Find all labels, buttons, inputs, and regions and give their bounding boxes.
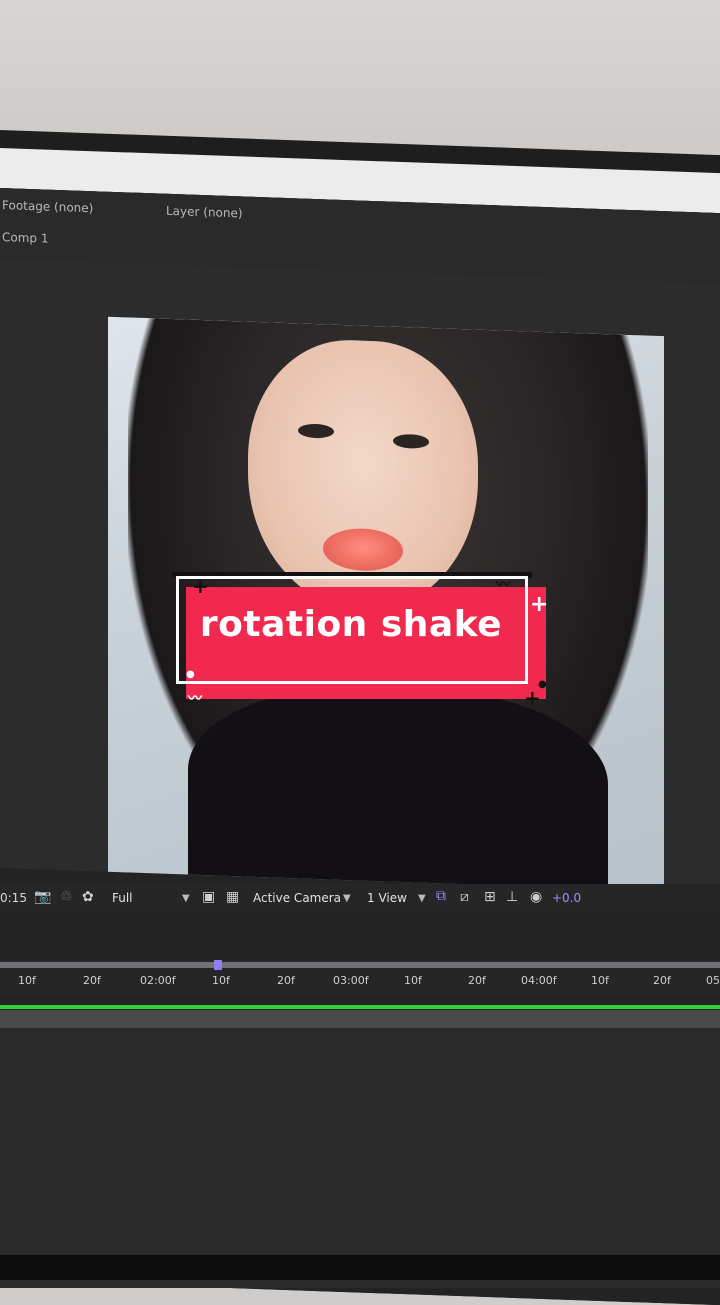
tick-label: 04:00f [521, 974, 557, 987]
layer-track[interactable] [0, 1010, 720, 1028]
footage-tab[interactable]: Footage (none) [2, 198, 93, 215]
chevron-down-icon: ▼ [418, 893, 426, 904]
zigzag-icon-top: 〰 [496, 577, 510, 593]
chevron-down-icon: ▼ [343, 893, 351, 904]
plus-icon-right: + [530, 592, 549, 617]
show-snapshot-icon[interactable]: ♲ [60, 889, 73, 905]
resolution-select[interactable]: Full [112, 891, 133, 909]
chevron-down-icon: ▼ [182, 893, 190, 904]
layout-select[interactable]: 1 View [367, 891, 407, 909]
dot-icon-left: ● [186, 669, 195, 680]
plus-icon-bottom-right: + [524, 686, 541, 710]
timeline-layers-area [0, 1028, 720, 1288]
time-ruler[interactable]: 10f 20f 02:00f 10f 20f 03:00f 10f 20f 04… [0, 960, 720, 994]
tick-label: 03:00f [333, 974, 369, 987]
flowchart-icon[interactable]: ⊞ [484, 889, 496, 905]
comp-tab[interactable]: Comp 1 [2, 230, 48, 246]
tick-label: 10f [18, 974, 36, 987]
tick-label: 02:00f [140, 974, 176, 987]
monitor-bezel [0, 1255, 720, 1280]
viewer-toolbar: 0:15 📷 ♲ ✿ Full ▼ ▣ ▦ Active Camera ▼ 1 … [0, 884, 720, 912]
color-channels-icon[interactable]: ✿ [82, 889, 94, 905]
layer-tab[interactable]: Layer (none) [166, 204, 243, 221]
tick-label: 05 [706, 974, 720, 987]
exposure-value[interactable]: +0.0 [552, 891, 581, 905]
wall-background [0, 0, 720, 150]
playhead[interactable] [214, 960, 222, 970]
tick-label: 20f [277, 974, 295, 987]
transparency-grid-icon[interactable]: ▦ [226, 889, 239, 905]
region-of-interest-icon[interactable]: ▣ [202, 889, 215, 905]
photo-eye-right [393, 433, 429, 449]
draft-3d-icon[interactable]: ⧄ [460, 889, 469, 905]
tick-label: 10f [212, 974, 230, 987]
photo-lips [323, 527, 403, 573]
tick-label: 10f [591, 974, 609, 987]
exposure-reset-icon[interactable]: ◉ [530, 889, 542, 905]
timecode[interactable]: 0:15 [0, 891, 27, 905]
camera-snapshot-icon[interactable]: 📷 [34, 889, 51, 905]
tick-label: 20f [468, 974, 486, 987]
dot-icon-right: ● [538, 679, 547, 690]
plus-icon-top-left: + [192, 574, 209, 598]
zigzag-icon-bottom: 〰 [188, 691, 202, 707]
tick-label: 20f [83, 974, 101, 987]
photo-eye-left [298, 423, 334, 439]
timeline-panel: 10f 20f 02:00f 10f 20f 03:00f 10f 20f 04… [0, 960, 720, 1288]
work-area-line[interactable] [0, 1005, 720, 1009]
view-select[interactable]: Active Camera [253, 891, 341, 909]
network-icon[interactable]: ⊥ [506, 889, 518, 905]
tick-label: 20f [653, 974, 671, 987]
title-text: rotation shake [199, 604, 503, 645]
fast-previews-icon[interactable]: ⧉ [436, 888, 446, 904]
work-area-bar[interactable] [0, 962, 720, 968]
tick-label: 10f [404, 974, 422, 987]
